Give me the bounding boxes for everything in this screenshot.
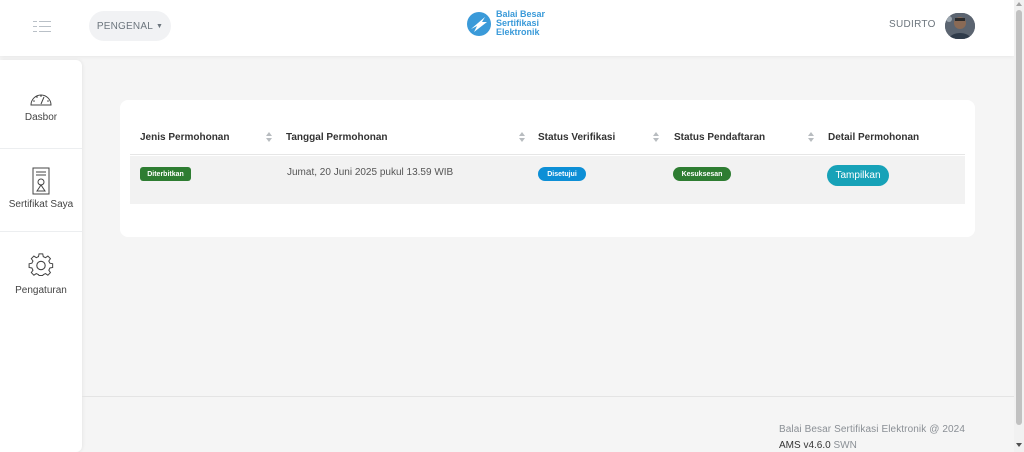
gear-icon — [28, 253, 54, 277]
footer-version: AMS v4.6.0 SWN — [779, 440, 857, 451]
pengenal-label: PENGENAL — [96, 20, 153, 32]
scroll-down-icon[interactable] — [1016, 443, 1022, 447]
sidebar-item-label: Sertifikat Saya — [8, 199, 74, 210]
sidebar-item-label: Pengaturan — [15, 285, 67, 296]
sort-icon[interactable] — [653, 132, 659, 142]
column-header-jenis[interactable]: Jenis Permohonan — [140, 132, 229, 143]
sidebar-divider — [0, 148, 82, 149]
pengenal-dropdown[interactable]: PENGENAL ▼ — [89, 11, 171, 41]
avatar[interactable] — [945, 13, 975, 39]
column-header-verifikasi[interactable]: Status Verifikasi — [538, 132, 615, 143]
sidebar-item-pengaturan[interactable]: Pengaturan — [0, 252, 82, 296]
tampilkan-button[interactable]: Tampilkan — [827, 165, 889, 186]
certificate-icon — [32, 167, 50, 195]
scroll-up-icon[interactable] — [1016, 2, 1022, 6]
top-navbar: PENGENAL ▼ Balai Besar Sertifikasi Elekt… — [0, 0, 1014, 56]
chevron-down-icon: ▼ — [155, 22, 164, 30]
avatar-photo-icon — [945, 13, 975, 39]
column-header-pendaftaran[interactable]: Status Pendaftaran — [674, 132, 765, 143]
sort-icon[interactable] — [266, 132, 272, 142]
sidebar-item-label: Dasbor — [24, 112, 58, 123]
vertical-scrollbar[interactable] — [1014, 0, 1024, 452]
column-header-tanggal[interactable]: Tanggal Permohonan — [286, 132, 388, 143]
user-name[interactable]: SUDIRTO — [889, 19, 936, 30]
logo-line-3: Elektronik — [496, 26, 540, 37]
logo[interactable]: Balai Besar Sertifikasi Elektronik — [465, 9, 545, 37]
requests-card: Jenis Permohonan Tanggal Permohonan Stat… — [120, 100, 975, 237]
sidebar-item-sertifikat[interactable]: Sertifikat Saya — [0, 167, 82, 210]
status-badge-pendaftaran: Kesuksesan — [673, 167, 731, 181]
tanggal-cell: Jumat, 20 Juni 2025 pukul 13.59 WIB — [287, 167, 454, 178]
scrollbar-thumb[interactable] — [1016, 10, 1022, 425]
sidebar-item-dasbor[interactable]: Dasbor — [0, 92, 82, 123]
column-header-detail[interactable]: Detail Permohonan — [828, 132, 919, 143]
status-badge-jenis: Diterbitkan — [140, 167, 191, 181]
status-badge-verifikasi: Disetujui — [538, 167, 586, 181]
version-suffix: SWN — [833, 440, 857, 451]
sidebar-divider — [0, 231, 82, 232]
footer-copyright: Balai Besar Sertifikasi Elektronik @ 202… — [779, 424, 965, 435]
logo-mark-icon — [467, 12, 491, 36]
sidebar: Dasbor Sertifikat Saya Pengaturan — [0, 60, 82, 452]
footer-divider — [82, 396, 1014, 397]
dashboard-gauge-icon — [30, 94, 52, 106]
table-header: Jenis Permohonan Tanggal Permohonan Stat… — [130, 122, 965, 155]
table-row: Diterbitkan Jumat, 20 Juni 2025 pukul 13… — [130, 156, 965, 204]
version-label: AMS v4.6.0 — [779, 440, 831, 451]
hamburger-menu-icon[interactable] — [33, 20, 51, 34]
sort-icon[interactable] — [808, 132, 814, 142]
logo-text: Balai Besar Sertifikasi Elektronik — [496, 9, 545, 37]
sort-icon[interactable] — [519, 132, 525, 142]
